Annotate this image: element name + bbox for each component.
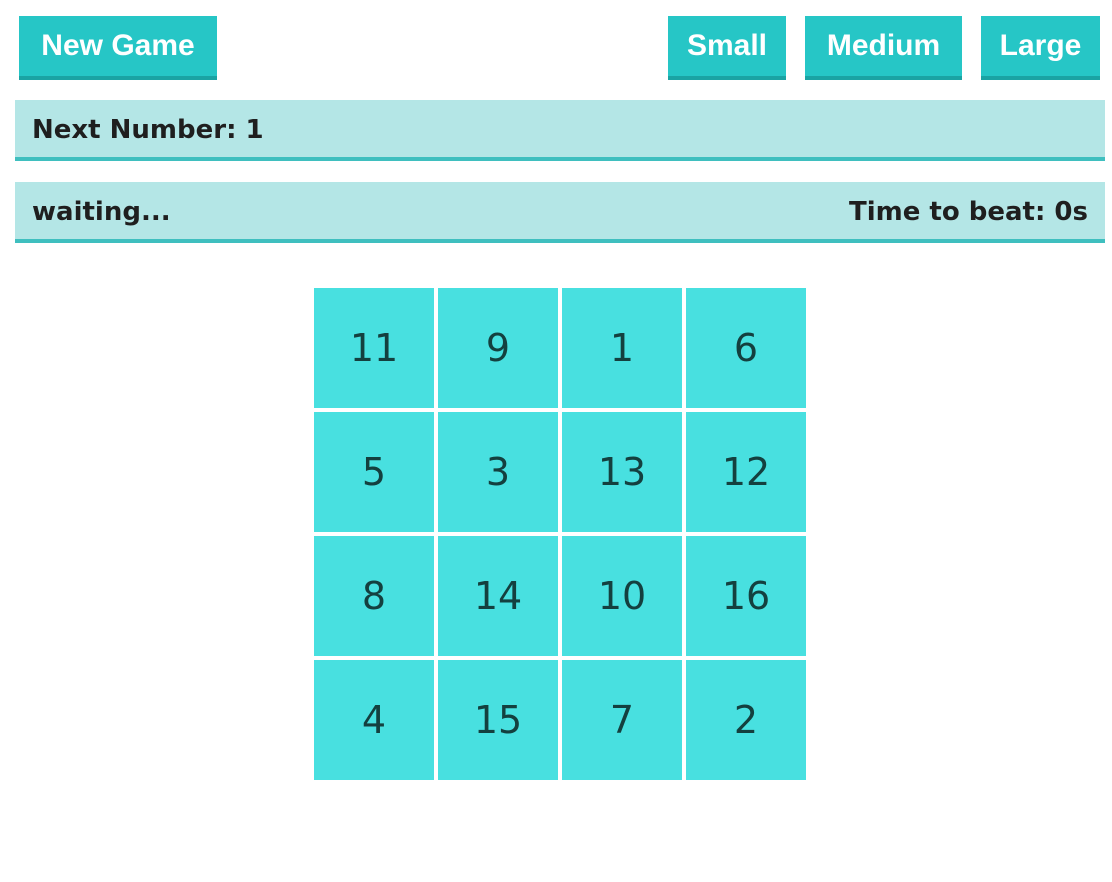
grid-cell[interactable]: 7 xyxy=(562,660,682,780)
grid-cell[interactable]: 3 xyxy=(438,412,558,532)
size-medium-button[interactable]: Medium xyxy=(805,16,962,80)
grid-cell[interactable]: 6 xyxy=(686,288,806,408)
grid-cell[interactable]: 12 xyxy=(686,412,806,532)
number-grid: 11 9 1 6 5 3 13 12 8 14 10 16 4 15 7 2 xyxy=(314,288,806,780)
next-number-label: Next Number: 1 xyxy=(32,115,264,145)
new-game-button[interactable]: New Game xyxy=(19,16,217,80)
next-number-panel: Next Number: 1 xyxy=(15,100,1105,161)
grid-cell[interactable]: 10 xyxy=(562,536,682,656)
grid-cell[interactable]: 9 xyxy=(438,288,558,408)
grid-cell[interactable]: 1 xyxy=(562,288,682,408)
grid-cell[interactable]: 14 xyxy=(438,536,558,656)
grid-cell[interactable]: 5 xyxy=(314,412,434,532)
grid-cell[interactable]: 16 xyxy=(686,536,806,656)
game-status-panel: waiting... Time to beat: 0s xyxy=(15,182,1105,243)
game-state-label: waiting... xyxy=(32,197,171,227)
top-toolbar: New Game Small Medium Large xyxy=(0,0,1112,100)
grid-cell[interactable]: 8 xyxy=(314,536,434,656)
grid-cell[interactable]: 13 xyxy=(562,412,682,532)
grid-cell[interactable]: 2 xyxy=(686,660,806,780)
grid-cell[interactable]: 15 xyxy=(438,660,558,780)
size-large-button[interactable]: Large xyxy=(981,16,1100,80)
time-to-beat-label: Time to beat: 0s xyxy=(848,197,1088,227)
grid-cell[interactable]: 11 xyxy=(314,288,434,408)
size-small-button[interactable]: Small xyxy=(668,16,786,80)
grid-cell[interactable]: 4 xyxy=(314,660,434,780)
